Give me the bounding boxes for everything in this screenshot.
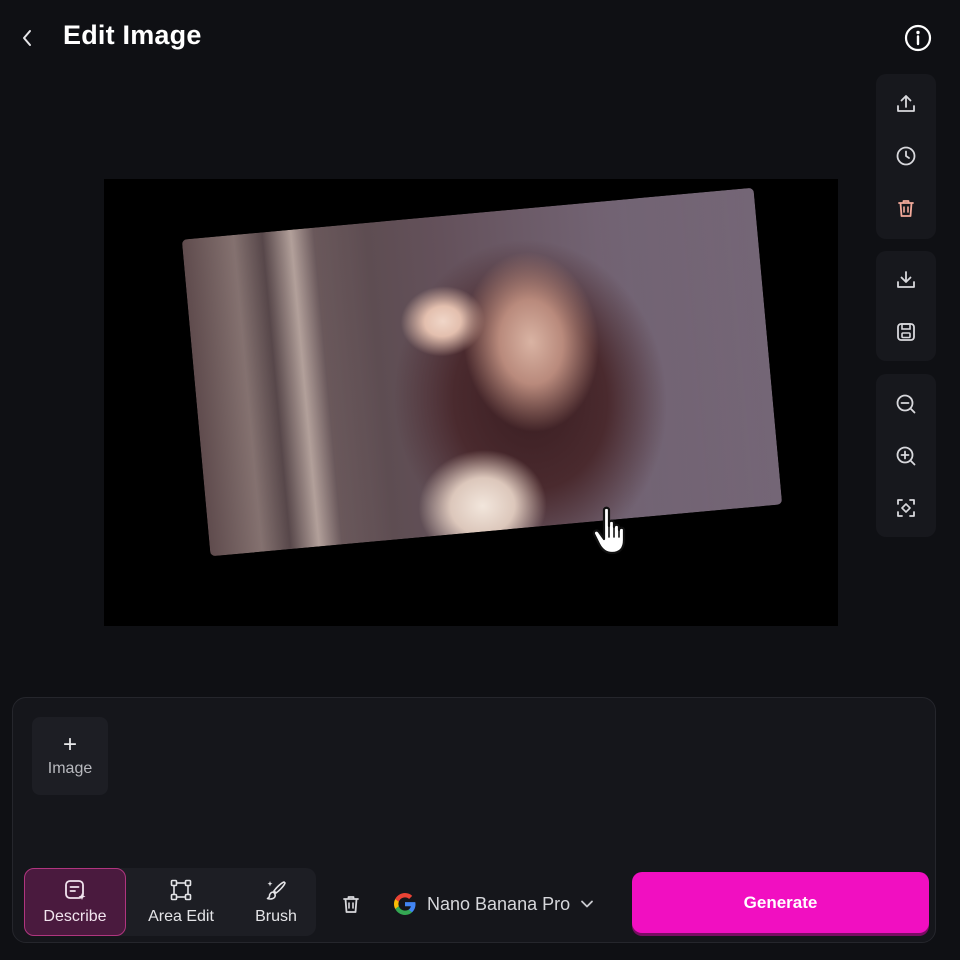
chevron-down-icon [580, 899, 594, 909]
page-title: Edit Image [63, 20, 202, 50]
toolbar-group-history [876, 74, 936, 239]
toolbar-group-zoom [876, 374, 936, 537]
add-image-label: Image [47, 760, 93, 777]
header: Edit Image [0, 0, 960, 76]
trash-icon [343, 896, 359, 913]
zoom-out-icon [896, 394, 916, 414]
info-button[interactable] [902, 22, 934, 54]
delete-image-button[interactable] [876, 182, 936, 234]
save-button[interactable] [876, 306, 936, 358]
download-icon [897, 271, 915, 288]
mode-area-edit-label: Area Edit [148, 908, 214, 925]
upload-button[interactable] [876, 78, 936, 130]
fit-screen-icon [897, 499, 915, 517]
trash-icon [898, 200, 914, 217]
chevron-left-icon [23, 30, 31, 46]
mode-describe-label: Describe [43, 908, 107, 925]
brush-icon [266, 881, 286, 900]
mode-area-edit-button[interactable]: Area Edit [136, 868, 226, 936]
plus-icon: + [62, 731, 77, 758]
fit-to-screen-button[interactable] [876, 482, 936, 534]
mode-describe-button[interactable]: Describe [24, 868, 126, 936]
toolbar-group-save [876, 251, 936, 361]
back-button[interactable] [12, 22, 42, 54]
history-button[interactable] [876, 130, 936, 182]
generate-button[interactable]: Generate [632, 872, 929, 933]
hand-pointer-icon [592, 506, 626, 555]
area-edit-icon [170, 879, 192, 901]
mode-brush-label: Brush [255, 908, 297, 925]
zoom-in-icon [896, 446, 916, 466]
google-logo-icon [394, 893, 416, 915]
zoom-out-button[interactable] [876, 378, 936, 430]
mode-brush-button[interactable]: Brush [236, 868, 316, 936]
download-button[interactable] [876, 254, 936, 306]
add-image-button[interactable]: + Image [32, 717, 108, 795]
edit-mode-switcher: Describe Area Edit Brush [24, 868, 316, 936]
describe-icon [65, 880, 86, 900]
upload-icon [897, 95, 915, 112]
zoom-in-button[interactable] [876, 430, 936, 482]
edited-image[interactable] [181, 187, 783, 557]
model-name: Nano Banana Pro [427, 893, 571, 914]
info-icon [904, 24, 932, 52]
save-icon [897, 323, 915, 341]
model-selector[interactable]: Nano Banana Pro [392, 884, 594, 924]
clear-prompt-button[interactable] [333, 886, 369, 922]
clock-icon [896, 146, 916, 166]
